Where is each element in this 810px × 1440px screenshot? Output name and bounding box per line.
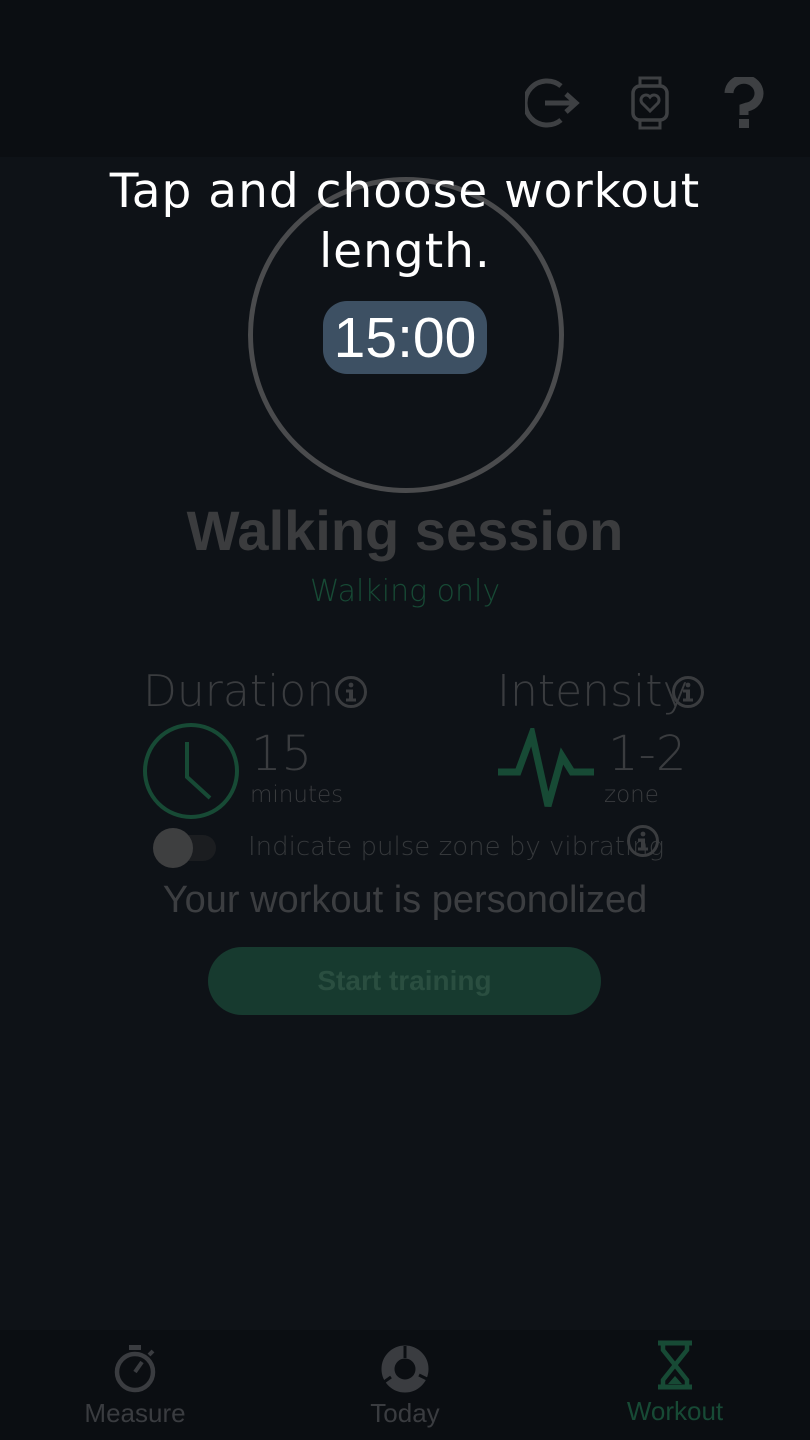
intensity-label: Intensity [497,666,689,717]
duration-info-icon[interactable] [334,675,368,713]
nav-label-today: Today [370,1398,440,1428]
tooltip-text: Tap and choose workout length. [109,164,701,279]
intensity-value: 1-2 [608,726,687,782]
intensity-info-icon[interactable] [671,675,705,713]
top-bar [0,0,810,157]
hourglass-icon [540,1340,810,1390]
workout-length-picker[interactable]: 15:00 [323,301,487,374]
help-icon[interactable] [714,74,774,132]
bottom-nav: Measure Today Workout [0,1330,810,1440]
session-subtitle: Walking only [309,574,501,609]
duration-value: 15 [251,726,313,782]
personalized-text: Your workout is personolized [162,879,648,921]
nav-label-workout: Workout [626,1396,724,1426]
vibrate-toggle-knob[interactable] [153,828,193,868]
intensity-unit: zone [604,782,659,808]
logout-icon[interactable] [524,74,584,132]
stopwatch-icon [0,1344,270,1394]
vibrate-info-icon[interactable] [626,824,660,862]
duration-unit: minutes [250,782,344,808]
nav-item-today[interactable]: Today [270,1330,540,1440]
nav-label-measure: Measure [84,1398,186,1428]
nav-item-measure[interactable]: Measure [0,1330,270,1440]
start-training-button[interactable]: Start training [208,947,601,1015]
clock-icon [142,722,240,824]
smartwatch-heart-icon[interactable] [620,74,680,132]
vibrate-label: Indicate pulse zone by vibrating [248,832,665,862]
heartbeat-icon [496,721,596,816]
donut-icon [270,1344,540,1394]
session-title: Walking session [186,499,624,562]
duration-label: Duration [143,666,335,717]
nav-item-workout[interactable]: Workout [540,1330,810,1440]
